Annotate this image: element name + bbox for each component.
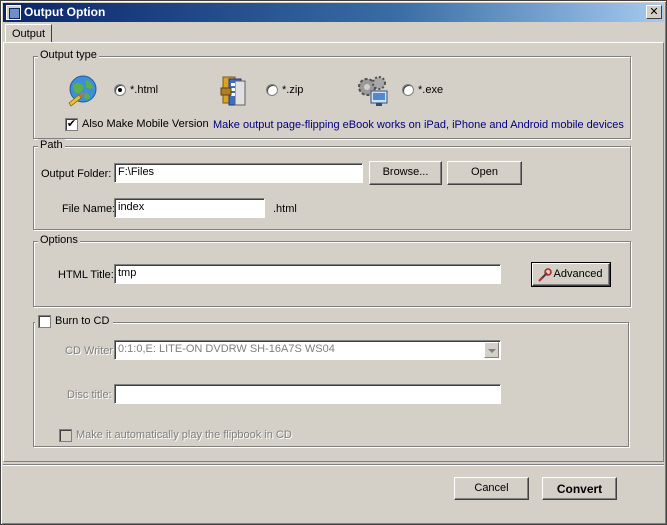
options-group-label: Options xyxy=(38,234,80,246)
close-icon[interactable]: ✕ xyxy=(646,5,662,19)
radio-html-label[interactable]: *.html xyxy=(130,84,158,96)
convert-button[interactable]: Convert xyxy=(542,477,617,500)
burn-cd-label[interactable]: Burn to CD xyxy=(55,315,109,327)
html-title-input[interactable]: tmp xyxy=(114,264,501,284)
advanced-button-label: Advanced xyxy=(553,268,603,280)
html-title-label: HTML Title: xyxy=(58,269,114,281)
mobile-note: Make output page-flipping eBook works on… xyxy=(213,119,624,131)
footer-separator xyxy=(3,464,664,466)
window-title: Output Option xyxy=(24,5,106,19)
radio-html[interactable] xyxy=(114,84,126,96)
mobile-version-label[interactable]: Also Make Mobile Version xyxy=(82,118,209,130)
exe-gears-icon xyxy=(355,73,391,109)
burn-cd-checkbox[interactable] xyxy=(38,315,51,328)
cancel-button[interactable]: Cancel xyxy=(454,477,529,500)
radio-exe-label[interactable]: *.exe xyxy=(418,84,443,96)
title-bar[interactable]: Output Option ✕ xyxy=(3,3,664,22)
cd-writer-dropdown[interactable]: 0:1:0,E: LITE-ON DVDRW SH-16A7S WS04 xyxy=(114,340,501,360)
file-name-input[interactable]: index xyxy=(114,198,265,218)
disc-title-label: Disc title: xyxy=(67,389,112,401)
autoplay-checkbox[interactable] xyxy=(59,429,72,442)
globe-html-icon xyxy=(65,73,101,109)
advanced-button[interactable]: Advanced xyxy=(531,262,611,287)
chevron-down-icon[interactable] xyxy=(484,342,499,358)
open-button[interactable]: Open xyxy=(447,161,522,185)
cd-writer-value: 0:1:0,E: LITE-ON DVDRW SH-16A7S WS04 xyxy=(118,343,335,355)
radio-exe[interactable] xyxy=(402,84,414,96)
file-name-label: File Name: xyxy=(62,203,116,215)
browse-button[interactable]: Browse... xyxy=(369,161,442,185)
radio-zip[interactable] xyxy=(266,84,278,96)
cd-writer-label: CD Writer xyxy=(65,345,114,357)
mobile-version-checkbox[interactable]: ✔ xyxy=(65,118,78,131)
app-icon xyxy=(6,5,21,20)
output-folder-label: Output Folder: xyxy=(41,168,112,180)
disc-title-input[interactable] xyxy=(114,384,501,404)
file-extension: .html xyxy=(273,203,297,215)
output-folder-input[interactable]: F:\Files xyxy=(114,163,363,183)
advanced-tool-icon xyxy=(538,268,552,282)
path-group-label: Path xyxy=(38,139,65,151)
zip-archive-icon xyxy=(219,73,255,109)
radio-zip-label[interactable]: *.zip xyxy=(282,84,303,96)
tab-output[interactable]: Output xyxy=(5,24,52,43)
output-option-dialog: Output Option ✕ Output Output type *.htm… xyxy=(0,0,667,525)
autoplay-label[interactable]: Make it automatically play the flipbook … xyxy=(76,429,292,441)
output-type-group-label: Output type xyxy=(38,49,99,61)
